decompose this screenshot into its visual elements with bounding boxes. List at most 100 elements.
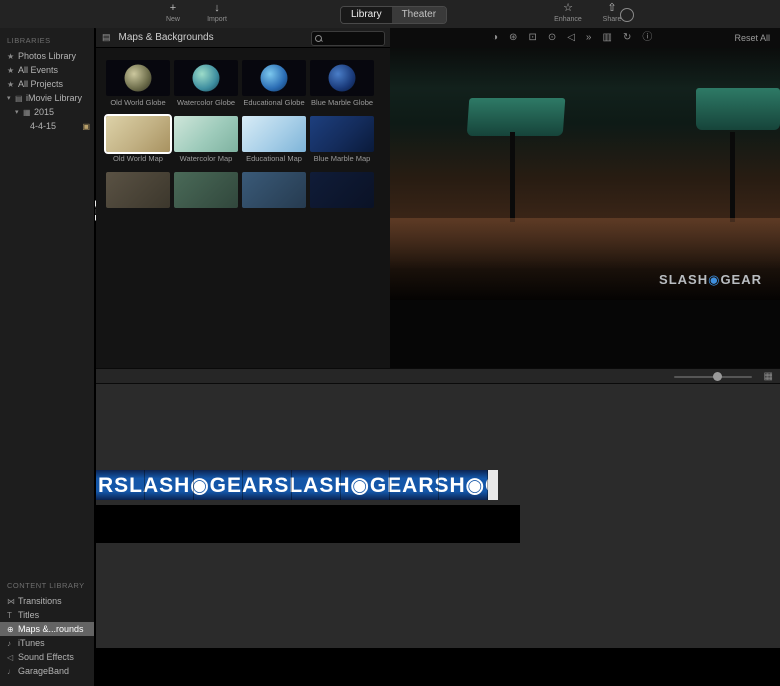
disclosure-triangle-icon[interactable]: ▾ <box>7 94 15 102</box>
import-icon: ↓ <box>200 1 234 16</box>
star-icon: ★ <box>7 80 18 89</box>
media-thumbnail-selected[interactable] <box>106 116 170 152</box>
sidebar-item-label: iTunes <box>18 638 45 648</box>
globe-icon: ⊕ <box>7 625 18 634</box>
sidebar-item-label: 4-4-15 <box>30 121 56 131</box>
color-balance-icon[interactable]: ◑ <box>492 28 498 48</box>
media-thumbnail[interactable] <box>106 172 170 208</box>
guitar-icon: ♩ <box>7 667 18 676</box>
sidebar-item-label: GarageBand <box>18 666 69 676</box>
sidebar-item-label: All Projects <box>18 79 63 89</box>
media-thumbnail-label: Educational Globe <box>242 98 306 107</box>
thumbnail-grid: Old World Globe Watercolor Globe Educati… <box>106 60 386 208</box>
sidebar-item-transitions[interactable]: ⋈ Transitions <box>0 594 94 608</box>
import-button[interactable]: ↓ Import <box>200 1 234 23</box>
media-thumbnail[interactable] <box>106 60 170 96</box>
media-thumbnail[interactable] <box>310 116 374 152</box>
imovie-window: + New ↓ Import Library Theater ☆ Enhance… <box>0 0 780 686</box>
film-frame <box>478 505 519 543</box>
clip-end-gap <box>488 470 498 500</box>
sidebar-item-2015[interactable]: ▾ ▦ 2015 <box>0 105 94 119</box>
sidebar-item-garageband[interactable]: ♩ GarageBand <box>0 664 94 678</box>
media-thumbnail[interactable] <box>310 172 374 208</box>
sidebar-item-4-4-15[interactable]: 4-4-15 ▣ <box>0 119 94 133</box>
new-button-label: New <box>166 16 180 23</box>
search-icon <box>315 35 322 42</box>
color-correction-icon[interactable]: ⊛ <box>509 28 517 48</box>
disclosure-triangle-icon[interactable]: ▾ <box>15 108 23 116</box>
film-frame <box>181 505 222 543</box>
star-icon: ★ <box>7 52 18 61</box>
media-thumbnail[interactable] <box>242 116 306 152</box>
sidebar-item-label: Titles <box>18 610 39 620</box>
pane-toggle-icon[interactable]: ▤ <box>102 32 111 43</box>
slashgear-watermark: SLASHGEAR <box>659 272 762 288</box>
toolbar-extra-icon[interactable] <box>620 8 634 22</box>
sidebar-item-sound-effects[interactable]: ◁ Sound Effects <box>0 650 94 664</box>
grid-view-icon[interactable]: ▦ <box>764 371 773 382</box>
sidebar-item-photos-library[interactable]: ★ Photos Library <box>0 49 94 63</box>
sidebar-item-imovie-library[interactable]: ▾ ▤ iMovie Library <box>0 91 94 105</box>
effects-icon[interactable]: ↻ <box>623 28 631 48</box>
crop-icon[interactable]: ⊡ <box>528 28 536 48</box>
tab-theater[interactable]: Theater <box>392 7 446 23</box>
media-thumbnail[interactable] <box>242 172 306 208</box>
volume-icon[interactable]: ◁ <box>567 28 575 48</box>
star-icon: ★ <box>7 66 18 75</box>
music-note-icon: ♪ <box>7 639 18 648</box>
sidebar-item-label: Photos Library <box>18 51 76 61</box>
adjustments-bar: ◑ ⊛ ⊡ ⊙ ◁ » ▥ ↻ ⓘ Reset All <box>390 28 780 48</box>
media-thumbnail[interactable] <box>174 116 238 152</box>
sidebar-item-all-projects[interactable]: ★ All Projects <box>0 77 94 91</box>
share-button-label: Share <box>603 16 622 23</box>
clip-size-slider-knob[interactable] <box>713 372 722 381</box>
audio-levels-icon[interactable]: ▥ <box>602 28 611 48</box>
film-frame <box>435 505 476 543</box>
preview-video[interactable]: SLASHGEAR <box>390 48 780 300</box>
sidebar-item-titles[interactable]: T Titles <box>0 608 94 622</box>
top-toolbar: + New ↓ Import Library Theater ☆ Enhance… <box>0 0 780 29</box>
stabilization-icon[interactable]: ⊙ <box>548 28 556 48</box>
timeline: RSLASH◉GEARSLASH◉GEARSH◉G <box>96 384 780 648</box>
sidebar-item-label: Maps &...rounds <box>18 624 84 634</box>
film-frame <box>138 505 179 543</box>
content-library-section: CONTENT LIBRARY ⋈ Transitions T Titles ⊕… <box>0 573 94 678</box>
post-shape <box>510 132 515 222</box>
banner-clip-text: RSLASH◉GEARSLASH◉GEARSH◉G <box>96 473 488 498</box>
film-frame <box>350 505 391 543</box>
browser-title: Maps & Backgrounds <box>119 32 214 43</box>
enhance-button[interactable]: ☆ Enhance <box>551 1 585 23</box>
sidebar-item-itunes[interactable]: ♪ iTunes <box>0 636 94 650</box>
media-thumbnail-label: Watercolor Map <box>174 154 238 163</box>
film-frame <box>223 505 264 543</box>
media-thumbnail[interactable] <box>310 60 374 96</box>
info-icon[interactable]: ⓘ <box>642 28 652 48</box>
media-thumbnail[interactable] <box>174 60 238 96</box>
plus-icon: + <box>156 1 190 16</box>
sidebar-item-label: All Events <box>18 65 58 75</box>
search-box[interactable] <box>311 31 385 46</box>
sidebar-item-all-events[interactable]: ★ All Events <box>0 63 94 77</box>
media-thumbnail[interactable] <box>174 172 238 208</box>
new-button[interactable]: + New <box>156 1 190 23</box>
filmstrip-icon: ▤ <box>15 94 26 103</box>
media-thumbnail-label: Old World Globe <box>106 98 170 107</box>
sidebar-item-maps-backgrounds[interactable]: ⊕ Maps &...rounds <box>0 622 94 636</box>
content-library-header: CONTENT LIBRARY <box>0 573 94 594</box>
floor-shape <box>390 218 780 268</box>
media-browser: ▤ Maps & Backgrounds Old World Globe Wat… <box>96 28 390 368</box>
timeline-clip-filmstrip[interactable] <box>96 505 520 543</box>
media-thumbnail-label: Blue Marble Map <box>310 154 374 163</box>
media-thumbnail[interactable] <box>242 60 306 96</box>
speaker-icon: ◁ <box>7 653 18 662</box>
speed-icon[interactable]: » <box>586 28 592 48</box>
umbrella-shape <box>467 98 566 136</box>
reset-all-button[interactable]: Reset All <box>734 33 770 43</box>
tab-library[interactable]: Library <box>341 7 392 23</box>
film-frame <box>393 505 434 543</box>
timeline-clip-banner[interactable]: RSLASH◉GEARSLASH◉GEARSH◉G <box>96 470 488 500</box>
import-button-label: Import <box>207 16 227 23</box>
titles-icon: T <box>7 611 18 620</box>
search-input[interactable] <box>322 33 384 44</box>
sidebar-item-label: Sound Effects <box>18 652 74 662</box>
